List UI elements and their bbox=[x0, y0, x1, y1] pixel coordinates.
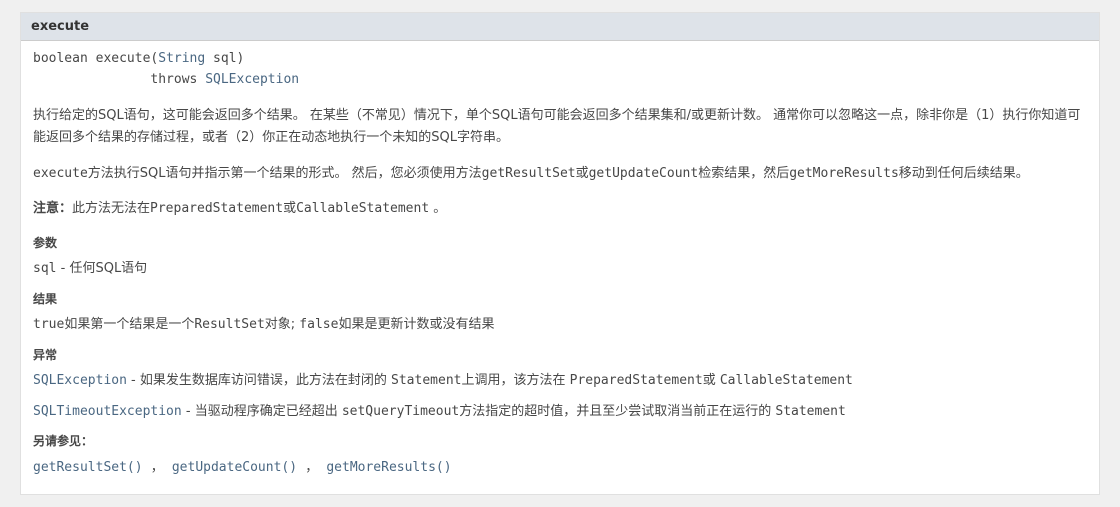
throws-item: SQLTimeoutException - 当驱动程序确定已经超出 setQue… bbox=[33, 402, 1087, 423]
see-also-link[interactable]: getResultSet() bbox=[33, 460, 143, 475]
return-item: true如果第一个结果是一个ResultSet对象; false如果是更新计数或… bbox=[33, 315, 1087, 336]
return-type: boolean bbox=[33, 51, 88, 66]
see-also-links: getResultSet() ， getUpdateCount() ， getM… bbox=[33, 458, 1087, 479]
returns-label: 结果 bbox=[33, 290, 1087, 309]
method-body: boolean execute(String sql) throws SQLEx… bbox=[21, 41, 1099, 494]
note: 注意：此方法无法在PreparedStatement或CallableState… bbox=[33, 199, 1087, 220]
note-label: 注意： bbox=[33, 201, 72, 216]
exception-link[interactable]: SQLException bbox=[33, 373, 127, 388]
param-item: sql - 任何SQL语句 bbox=[33, 259, 1087, 280]
see-also-link[interactable]: getUpdateCount() bbox=[172, 460, 297, 475]
throws-item: SQLException - 如果发生数据库访问错误，此方法在封闭的 State… bbox=[33, 371, 1087, 392]
method-title: execute bbox=[31, 19, 89, 34]
param-type-link[interactable]: String bbox=[158, 51, 205, 66]
method-header: execute bbox=[21, 13, 1099, 41]
see-also-link[interactable]: getMoreResults() bbox=[326, 460, 451, 475]
param-name: sql bbox=[33, 261, 56, 276]
see-also-label: 另请参见： bbox=[33, 432, 1087, 451]
description-para-1: 执行给定的SQL语句，这可能会返回多个结果。 在某些（不常见）情况下，单个SQL… bbox=[33, 105, 1087, 149]
throws-label: 异常 bbox=[33, 346, 1087, 365]
param-desc: 任何SQL语句 bbox=[69, 261, 147, 276]
exception-link[interactable]: SQLTimeoutException bbox=[33, 404, 182, 419]
method-signature: boolean execute(String sql) throws SQLEx… bbox=[33, 49, 1087, 91]
method-detail: execute boolean execute(String sql) thro… bbox=[20, 12, 1100, 495]
throws-type-link[interactable]: SQLException bbox=[205, 72, 299, 87]
params-label: 参数 bbox=[33, 234, 1087, 253]
method-name: execute bbox=[96, 51, 151, 66]
description-para-2: execute方法执行SQL语句并指示第一个结果的形式。 然后，您必须使用方法g… bbox=[33, 163, 1087, 185]
